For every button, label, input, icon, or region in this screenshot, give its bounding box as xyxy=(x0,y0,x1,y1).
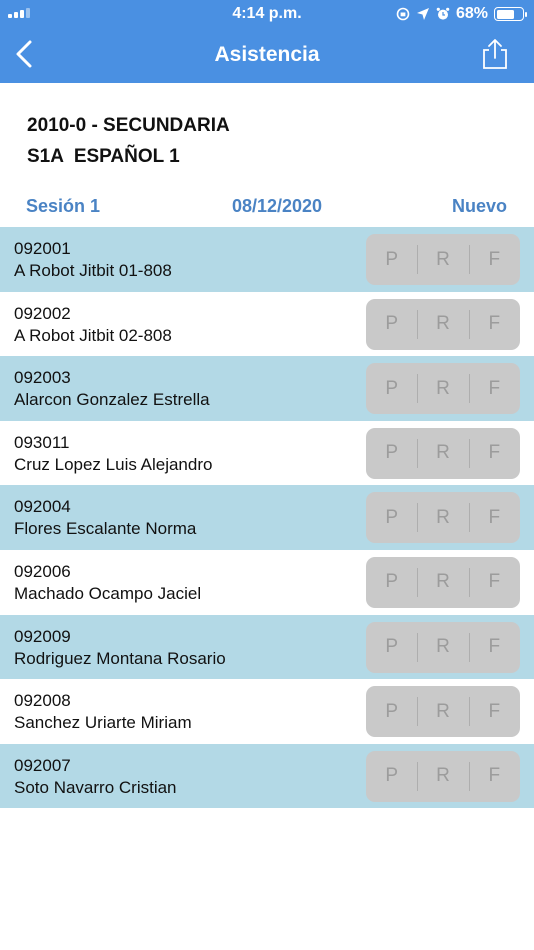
student-info: 092008 Sanchez Uriarte Miriam xyxy=(14,690,192,734)
attendance-option-r[interactable]: R xyxy=(417,751,468,802)
student-row: 093011 Cruz Lopez Luis Alejandro P R F xyxy=(0,420,534,486)
status-bar: 4:14 p.m. 68% xyxy=(0,0,534,28)
student-id: 092009 xyxy=(14,626,71,646)
session-bar: Sesión 1 08/12/2020 Nuevo xyxy=(0,196,534,222)
course-school-line: 2010-0 - SECUNDARIA xyxy=(27,115,230,136)
attendance-option-r[interactable]: R xyxy=(417,234,468,285)
student-name: Flores Escalante Norma xyxy=(14,519,197,539)
student-name: Alarcon Gonzalez Estrella xyxy=(14,390,210,410)
attendance-segmented-control: PRF xyxy=(366,686,520,738)
attendance-option-p[interactable]: P xyxy=(366,751,417,802)
attendance-option-f[interactable]: F xyxy=(468,363,520,414)
attendance-segmented-control: PRF xyxy=(366,750,520,802)
attendance-option-f[interactable]: F xyxy=(468,428,520,479)
student-name: Sanchez Uriarte Miriam xyxy=(14,713,192,733)
student-id: 092004 xyxy=(14,497,71,517)
attendance-option-r[interactable]: R xyxy=(417,686,468,737)
student-name: Machado Ocampo Jaciel xyxy=(14,583,202,603)
student-row: 092003 Alarcon Gonzalez Estrella P R F xyxy=(0,356,534,421)
attendance-segmented-control: PRF xyxy=(366,427,520,479)
student-id: 092007 xyxy=(14,755,71,775)
student-id: 092002 xyxy=(14,303,71,323)
share-icon[interactable] xyxy=(480,38,510,70)
attendance-segmented-control: PRF xyxy=(366,234,520,285)
student-row: 092006 Machado Ocampo Jaciel P R F xyxy=(0,549,534,615)
student-info: 092006 Machado Ocampo Jaciel xyxy=(14,561,201,605)
student-name: A Robot Jitbit 01-808 xyxy=(14,261,172,280)
attendance-option-f[interactable]: F xyxy=(468,299,520,350)
battery-icon xyxy=(494,7,527,21)
new-session-button[interactable]: Nuevo xyxy=(452,196,507,217)
attendance-option-f[interactable]: F xyxy=(468,622,520,673)
course-subject-line: S1A ESPAÑOL 1 xyxy=(27,146,180,167)
attendance-option-p[interactable]: P xyxy=(366,492,417,543)
student-row: 092002 A Robot Jitbit 02-808 P R F xyxy=(0,291,534,357)
attendance-option-f[interactable]: F xyxy=(468,686,520,737)
attendance-option-p[interactable]: P xyxy=(366,686,417,737)
attendance-segmented-control: PRF xyxy=(366,298,520,350)
location-icon xyxy=(416,8,429,20)
battery-level xyxy=(496,9,514,19)
student-info: 092004 Flores Escalante Norma xyxy=(14,496,196,540)
student-name: Cruz Lopez Luis Alejandro xyxy=(14,454,213,474)
student-info: 092001 A Robot Jitbit 01-808 xyxy=(14,238,172,282)
student-name: Rodriguez Montana Rosario xyxy=(14,648,226,668)
attendance-option-f[interactable]: F xyxy=(468,557,520,608)
attendance-option-p[interactable]: P xyxy=(366,234,417,285)
course-info: 2010-0 - SECUNDARIA S1A ESPAÑOL 1 xyxy=(27,110,230,172)
student-id: 092008 xyxy=(14,691,71,711)
attendance-option-r[interactable]: R xyxy=(417,299,468,350)
student-id: 092006 xyxy=(14,561,71,581)
attendance-option-r[interactable]: R xyxy=(417,428,468,479)
attendance-option-p[interactable]: P xyxy=(366,557,417,608)
student-info: 092002 A Robot Jitbit 02-808 xyxy=(14,303,172,347)
battery-percent: 68% xyxy=(455,5,488,22)
attendance-option-f[interactable]: F xyxy=(468,492,520,543)
student-id: 092001 xyxy=(14,239,71,258)
student-info: 092009 Rodriguez Montana Rosario xyxy=(14,626,226,670)
student-row: 092008 Sanchez Uriarte Miriam P R F xyxy=(0,679,534,744)
attendance-option-r[interactable]: R xyxy=(417,557,468,608)
attendance-segmented-control: PRF xyxy=(366,492,520,544)
student-row: 092009 Rodriguez Montana Rosario P R F xyxy=(0,614,534,680)
page-title: Asistencia xyxy=(214,43,320,66)
attendance-option-p[interactable]: P xyxy=(366,622,417,673)
status-icons: 68% xyxy=(396,5,527,23)
student-row: 092007 Soto Navarro Cristian P R F xyxy=(0,743,534,809)
student-row: 092004 Flores Escalante Norma P R F xyxy=(0,485,534,550)
attendance-option-r[interactable]: R xyxy=(417,492,468,543)
student-id: 092003 xyxy=(14,368,71,388)
student-info: 093011 Cruz Lopez Luis Alejandro xyxy=(14,432,212,476)
student-id: 093011 xyxy=(14,432,70,452)
attendance-option-r[interactable]: R xyxy=(417,363,468,414)
attendance-segmented-control: PRF xyxy=(366,363,520,415)
app-header: 4:14 p.m. 68% Asistencia xyxy=(0,0,534,83)
attendance-option-p[interactable]: P xyxy=(366,363,417,414)
student-name: A Robot Jitbit 02-808 xyxy=(14,325,172,345)
attendance-option-f[interactable]: F xyxy=(468,751,520,802)
alarm-icon xyxy=(436,7,450,20)
attendance-segmented-control: PRF xyxy=(366,621,520,673)
student-name: Soto Navarro Cristian xyxy=(14,777,177,797)
attendance-option-p[interactable]: P xyxy=(366,299,417,350)
student-info: 092003 Alarcon Gonzalez Estrella xyxy=(14,367,210,411)
attendance-option-f[interactable]: F xyxy=(468,234,520,285)
attendance-segmented-control: PRF xyxy=(366,556,520,608)
student-list: 092001 A Robot Jitbit 01-808 P R F 092002 A Ro… xyxy=(0,227,534,809)
lock-rotation-icon xyxy=(396,7,410,21)
student-info: 092007 Soto Navarro Cristian xyxy=(14,755,177,799)
attendance-option-p[interactable]: P xyxy=(366,428,417,479)
student-row: 092001 A Robot Jitbit 01-808 P R F xyxy=(0,227,534,292)
attendance-option-r[interactable]: R xyxy=(417,622,468,673)
